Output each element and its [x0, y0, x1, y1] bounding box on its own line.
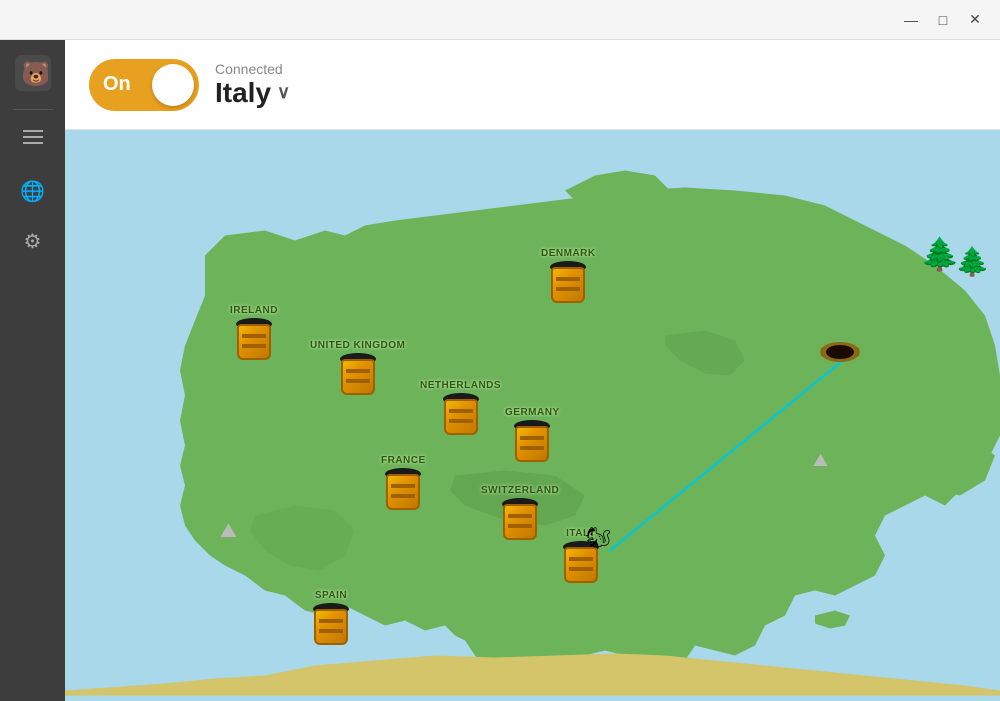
location-netherlands[interactable]: NETHERLANDS [420, 380, 501, 435]
uk-barrel [340, 353, 376, 395]
sidebar-item-settings[interactable]: ⚙ [0, 219, 65, 264]
denmark-label: DENMARK [541, 248, 596, 259]
location-text: Italy [215, 77, 271, 109]
location-france[interactable]: FRANCE [381, 455, 426, 510]
mountain-2: ⛰ [813, 450, 828, 471]
netherlands-label: NETHERLANDS [420, 380, 501, 391]
ireland-label: IRELAND [230, 305, 278, 316]
squirrel-character: 🐿 [586, 525, 611, 550]
spain-barrel [313, 603, 349, 645]
location-ireland[interactable]: IRELAND [230, 305, 278, 360]
spain-label: SPAIN [315, 590, 347, 601]
france-label: FRANCE [381, 455, 426, 466]
logo-icon: 🐻 [15, 55, 51, 91]
sidebar-divider [13, 109, 53, 110]
denmark-barrel [550, 261, 586, 303]
sidebar-item-globe[interactable]: 🌐 [0, 169, 65, 214]
app-window: — □ ✕ 🐻 [0, 0, 1000, 701]
hamburger-icon [23, 130, 43, 144]
location-spain[interactable]: SPAIN [313, 590, 349, 645]
minimize-button[interactable]: — [896, 8, 926, 32]
switzerland-barrel [502, 498, 538, 540]
window-controls: — □ ✕ [896, 8, 990, 32]
map-area: 🌲 🌲 ⛰ ⛰ 🌴 🌴 🌴 IRELAND [65, 130, 1000, 701]
main-layout: 🐻 🌐 ⚙ [0, 40, 1000, 701]
connection-location[interactable]: Italy ∨ [215, 77, 290, 109]
ireland-barrel [236, 318, 272, 360]
close-button[interactable]: ✕ [960, 8, 990, 32]
settings-icon: ⚙ [24, 229, 42, 254]
uk-label: UNITED KINGDOM [310, 340, 405, 351]
maximize-button[interactable]: □ [928, 8, 958, 32]
toggle-knob [152, 64, 194, 106]
sidebar-nav: 🌐 ⚙ [0, 159, 65, 701]
globe-icon: 🌐 [20, 179, 45, 204]
germany-label: GERMANY [505, 407, 560, 418]
switzerland-label: SWITZERLAND [481, 485, 559, 496]
toggle-container: On Connected Italy ∨ [89, 59, 290, 111]
svg-text:🐻: 🐻 [21, 59, 48, 88]
germany-barrel [514, 420, 550, 462]
toggle-label: On [103, 73, 131, 96]
header: On Connected Italy ∨ [65, 40, 1000, 130]
france-barrel [385, 468, 421, 510]
connection-status: Connected [215, 61, 290, 77]
sidebar: 🐻 🌐 ⚙ [0, 40, 65, 701]
hole-inner [826, 345, 854, 359]
netherlands-barrel [443, 393, 479, 435]
pine-tree-2: 🌲 [955, 245, 990, 278]
connection-destination-hole [820, 342, 860, 364]
pine-tree-1: 🌲 [920, 235, 960, 273]
app-logo: 🐻 [0, 40, 65, 105]
title-bar: — □ ✕ [0, 0, 1000, 40]
hole-outer [820, 342, 860, 362]
location-germany[interactable]: GERMANY [505, 407, 560, 462]
mountain-1: ⛰ [220, 520, 237, 543]
connection-info: Connected Italy ∨ [215, 61, 290, 109]
chevron-down-icon: ∨ [277, 82, 290, 103]
hamburger-menu-button[interactable] [0, 114, 65, 159]
location-switzerland[interactable]: SWITZERLAND [481, 485, 559, 540]
location-italy[interactable]: ITALY 🐿 [563, 528, 599, 583]
vpn-toggle[interactable]: On [89, 59, 199, 111]
content-area: On Connected Italy ∨ [65, 40, 1000, 701]
italy-barrel: 🐿 [563, 541, 599, 583]
location-denmark[interactable]: DENMARK [541, 248, 596, 303]
location-united-kingdom[interactable]: UNITED KINGDOM [310, 340, 405, 395]
